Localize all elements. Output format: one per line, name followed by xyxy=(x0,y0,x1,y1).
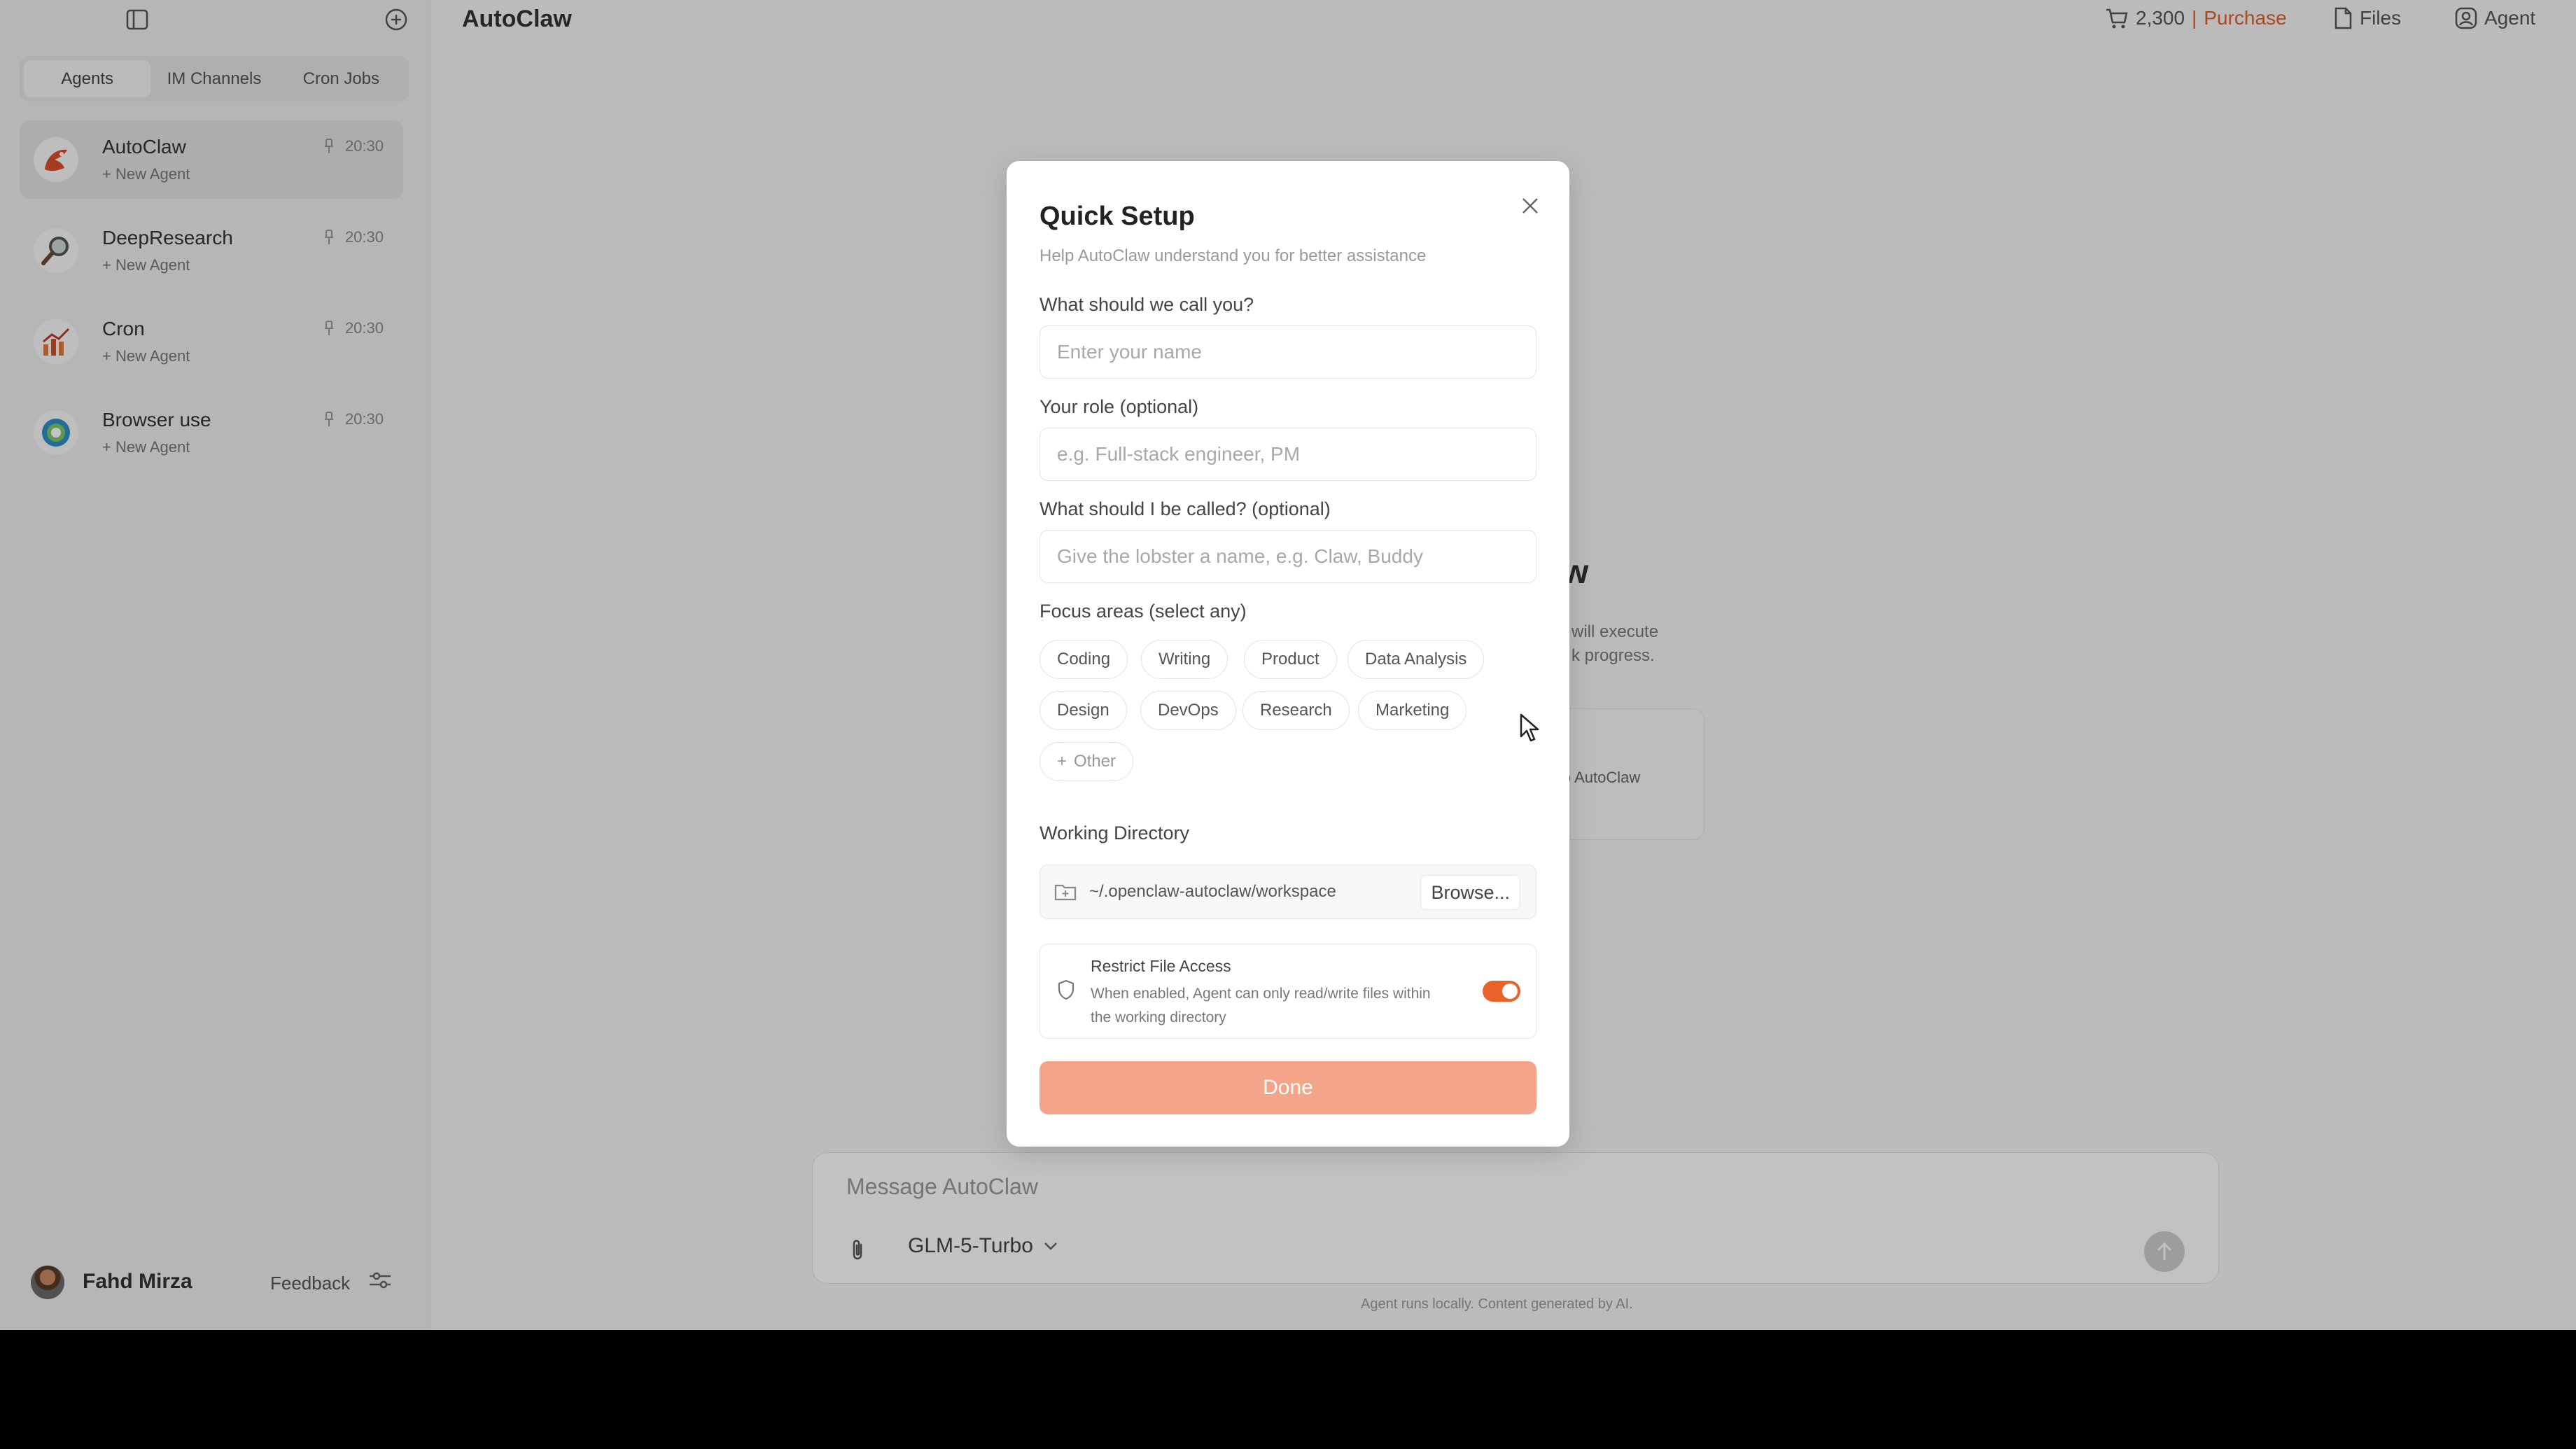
shield-icon xyxy=(1057,979,1075,1004)
restrict-toggle[interactable] xyxy=(1483,981,1520,1002)
quick-setup-dialog: Quick Setup Help AutoClaw understand you… xyxy=(1007,161,1569,1147)
name-field[interactable] xyxy=(1040,326,1536,379)
chip-product[interactable]: Product xyxy=(1244,640,1337,679)
close-icon[interactable] xyxy=(1513,189,1547,223)
chip-other[interactable]: + Other xyxy=(1040,742,1134,781)
chip-coding[interactable]: Coding xyxy=(1040,640,1128,679)
name-label: What should we call you? xyxy=(1040,294,1254,315)
nickname-label: What should I be called? (optional) xyxy=(1040,498,1331,519)
plus-icon: + xyxy=(1057,752,1068,771)
toggle-knob xyxy=(1502,983,1518,999)
role-label: Your role (optional) xyxy=(1040,396,1199,417)
chip-marketing[interactable]: Marketing xyxy=(1358,691,1467,730)
chip-devops[interactable]: DevOps xyxy=(1140,691,1236,730)
folder-plus-icon xyxy=(1054,882,1077,905)
dialog-subtitle: Help AutoClaw understand you for better … xyxy=(1040,246,1427,265)
chip-data-analysis[interactable]: Data Analysis xyxy=(1348,640,1485,679)
restrict-description: When enabled, Agent can only read/write … xyxy=(1091,986,1431,1026)
mouse-cursor-icon xyxy=(1519,713,1540,747)
chip-writing[interactable]: Writing xyxy=(1141,640,1228,679)
restrict-title: Restrict File Access xyxy=(1091,957,1231,975)
chip-research[interactable]: Research xyxy=(1242,691,1350,730)
nickname-field[interactable] xyxy=(1040,530,1536,583)
done-button[interactable]: Done xyxy=(1040,1061,1536,1114)
dialog-title: Quick Setup xyxy=(1040,202,1195,231)
working-directory-path: ~/.openclaw-autoclaw/workspace xyxy=(1089,882,1336,901)
chip-other-label: Other xyxy=(1074,752,1116,771)
restrict-file-access-panel: Restrict File Access When enabled, Agent… xyxy=(1040,944,1536,1039)
browse-button[interactable]: Browse... xyxy=(1420,875,1520,910)
chip-design[interactable]: Design xyxy=(1040,691,1127,730)
focus-areas-label: Focus areas (select any) xyxy=(1040,601,1247,622)
working-directory-label: Working Directory xyxy=(1040,822,1190,844)
role-field[interactable] xyxy=(1040,428,1536,481)
app-window: Agents IM Channels Cron Jobs AutoClaw + … xyxy=(0,0,2576,1330)
working-directory-field: ~/.openclaw-autoclaw/workspace Browse... xyxy=(1040,864,1536,919)
